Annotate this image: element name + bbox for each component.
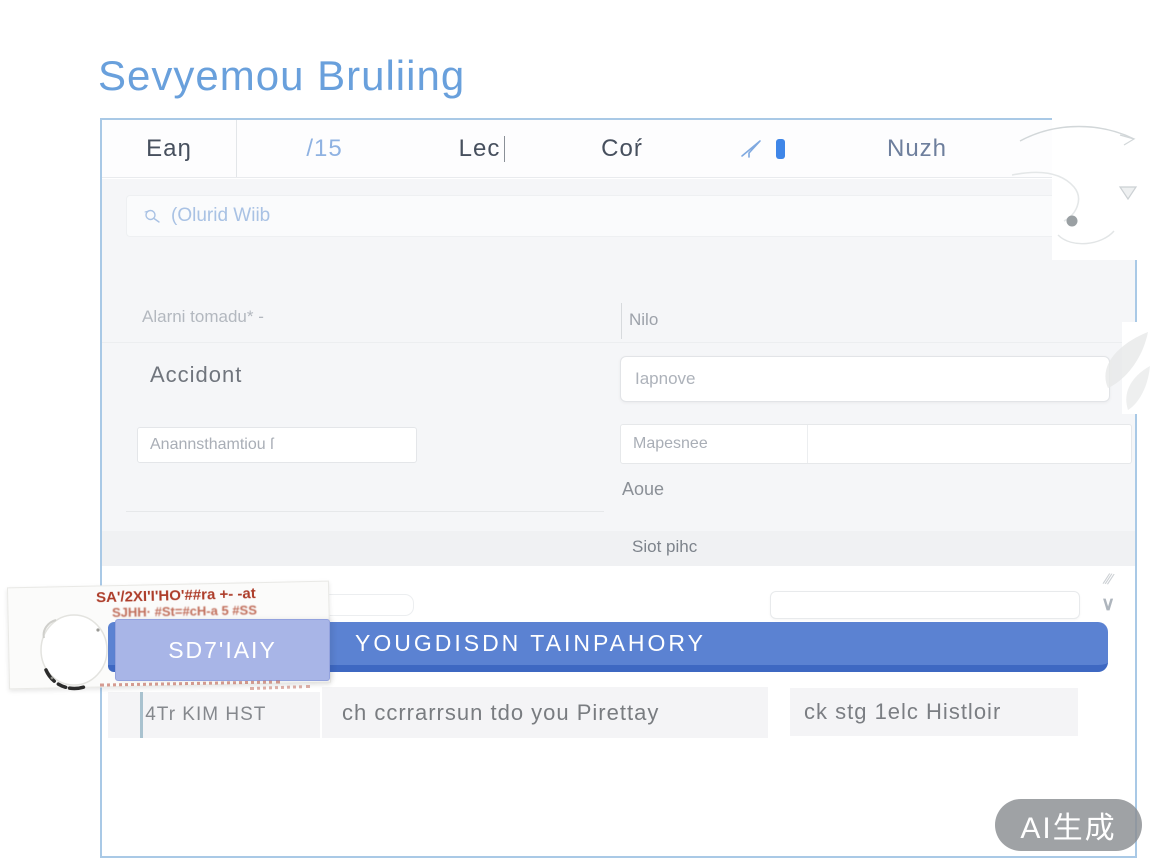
form-section: Nilo Accidont Aoue Siot pihc ∨ /// [102, 179, 1135, 562]
tab-15[interactable]: /15 [237, 120, 412, 177]
banner-title: YOUGDISDN TAINPAHORY [355, 630, 706, 657]
tab-nuzh[interactable]: Nuzh [832, 120, 1002, 177]
cell-accent-edge [140, 692, 143, 738]
siot-row: Siot pihc [102, 531, 1135, 566]
flag-icon [776, 139, 785, 159]
tab-lec-label: Lec [459, 135, 501, 163]
sketch-wing [1078, 326, 1152, 418]
summary-button-label: SD7'IAIY [168, 637, 277, 664]
divider-line [126, 511, 604, 512]
text-cursor [504, 136, 505, 162]
anan-field[interactable] [137, 427, 417, 463]
tab-lec[interactable]: Lec [412, 120, 552, 177]
circle-sticker [34, 608, 114, 696]
cell-text: i4Tr KIM HST [140, 704, 266, 726]
iapnove-field[interactable] [620, 356, 1110, 402]
tab-cor[interactable]: Coŕ [552, 120, 692, 177]
ai-watermark-badge: AI生成 [995, 799, 1142, 851]
table-cell[interactable]: i4Tr KIM HST [108, 692, 320, 738]
search-icon [143, 207, 161, 225]
cell-text: ch ccrrarrsun tdo you Pirettay [342, 700, 659, 726]
search-box[interactable] [126, 195, 1111, 237]
tab-ean[interactable]: Eaŋ [102, 120, 237, 177]
paper-plane-icon [740, 138, 766, 160]
aoue-label: Aoue [622, 479, 664, 500]
dropdown-select[interactable]: ∨ [770, 591, 1080, 619]
nilo-label: Nilo [629, 310, 658, 330]
cell-text: ck stg 1elc Histloir [804, 699, 1001, 725]
search-input[interactable] [171, 205, 871, 227]
column-divider [621, 303, 622, 339]
mapesnee-field[interactable] [621, 425, 808, 463]
table-cell[interactable]: ck stg 1elc Histloir [790, 688, 1078, 736]
alarm-field[interactable] [142, 307, 572, 327]
siot-label: Siot pihc [632, 537, 697, 557]
main-panel: Eaŋ /15 Lec Coŕ Nuzh Nilo [100, 118, 1137, 858]
accident-label: Accidont [150, 362, 242, 388]
table-cell[interactable]: ch ccrrarrsun tdo you Pirettay [322, 687, 768, 738]
ai-watermark-label: AI生成 [1020, 803, 1116, 847]
chevron-down-icon: ∨ [1101, 593, 1115, 616]
page-title: Sevyemou Bruliing [98, 52, 465, 100]
summary-button[interactable]: SD7'IAIY [115, 619, 330, 681]
form-row-top: Nilo [102, 301, 1135, 343]
mapesnee-group [620, 424, 1132, 464]
sketch-doodle [1002, 95, 1152, 263]
tab-bar: Eaŋ /15 Lec Coŕ Nuzh [102, 120, 1135, 178]
tab-send[interactable] [692, 120, 832, 177]
hash-marks: /// [1103, 571, 1112, 589]
